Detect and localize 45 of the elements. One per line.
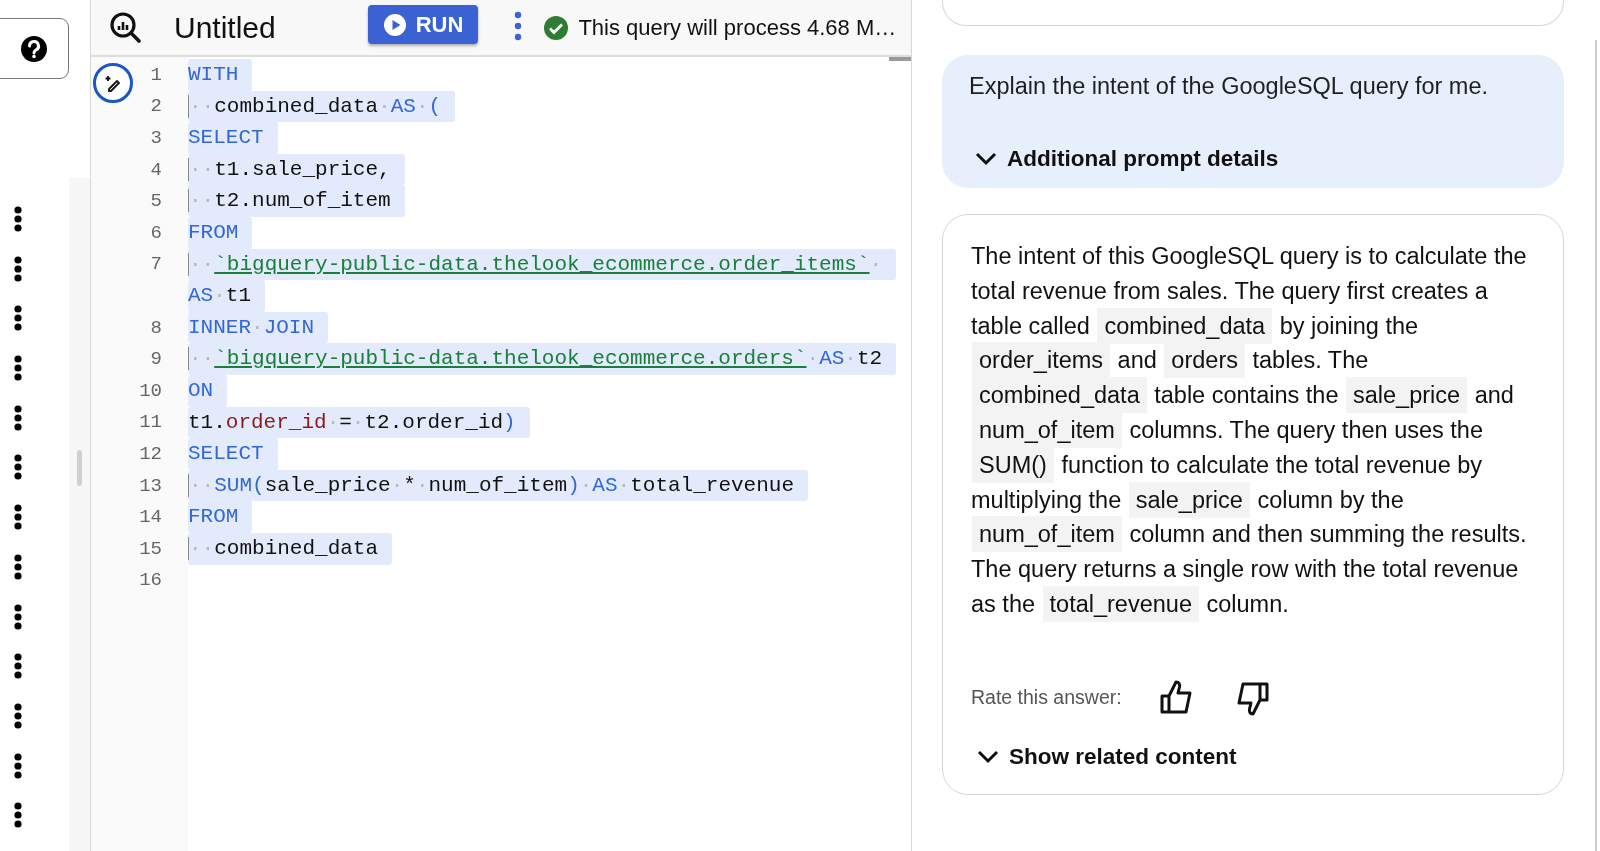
query-title: Untitled: [174, 10, 276, 45]
answer-text: The intent of this GoogleSQL query is to calculate the total revenue from sales. The query first creates a table called combined_data by joining the order_items and orders tables. The combined_data table contains the sale_price and num_of_item columns. The query then uses the SUM() function to calculate the total revenue by multiplying the sale_price column by the num_of_item column and then summing the results. The query returns a single row with the total revenue as the total_revenue column.: [971, 239, 1531, 622]
chevron-down-icon: [975, 152, 997, 166]
chevron-down-icon: [977, 749, 999, 764]
assist-button[interactable]: [93, 63, 133, 103]
more-vert-icon[interactable]: [13, 504, 23, 531]
line-number: 4: [149, 158, 162, 181]
line-number: 9: [149, 348, 162, 371]
line-number: 1: [149, 63, 162, 86]
more-vert-icon[interactable]: [13, 355, 23, 382]
more-vert-icon[interactable]: [13, 305, 23, 332]
details-toggle[interactable]: Additional prompt details: [969, 146, 1279, 172]
line-number: 10: [138, 379, 162, 402]
more-vert-icon[interactable]: [13, 752, 23, 779]
more-vert-icon[interactable]: [13, 404, 23, 431]
more-vert-icon[interactable]: [13, 802, 23, 829]
more-vert-icon[interactable]: [13, 553, 23, 580]
line-number: 13: [138, 474, 162, 497]
line-number: 2: [149, 95, 162, 118]
more-vert-icon[interactable]: [13, 702, 23, 729]
line-number: 16: [138, 569, 162, 592]
play-icon: [382, 12, 407, 37]
prompt-text: Explain the intent of the GoogleSQL query for me.: [969, 72, 1490, 101]
line-number: 8: [149, 316, 162, 339]
related-content-toggle[interactable]: Show related content: [971, 743, 1237, 770]
help-button[interactable]: [0, 18, 69, 79]
line-number: 3: [149, 127, 162, 149]
help-icon: [20, 34, 48, 63]
line-number: 7: [149, 253, 162, 276]
rate-label: Rate this answer:: [971, 686, 1122, 710]
more-vert-icon[interactable]: [13, 454, 23, 481]
run-button[interactable]: RUN: [367, 5, 479, 44]
line-number: 14: [138, 506, 162, 529]
line-number: 11: [138, 411, 162, 434]
line-number: 12: [138, 442, 162, 465]
status-message: This query will process 4.68 M…: [578, 14, 897, 41]
resize-handle[interactable]: [77, 450, 82, 486]
more-vert-icon[interactable]: [13, 653, 23, 680]
more-vert-icon[interactable]: [13, 603, 23, 630]
more-vert-icon[interactable]: [13, 206, 23, 232]
magnifier-chart-icon: [109, 10, 143, 45]
line-number: 15: [138, 537, 162, 560]
more-vert-icon[interactable]: [13, 255, 23, 282]
line-number: 5: [149, 190, 162, 213]
line-number: 6: [149, 221, 162, 244]
